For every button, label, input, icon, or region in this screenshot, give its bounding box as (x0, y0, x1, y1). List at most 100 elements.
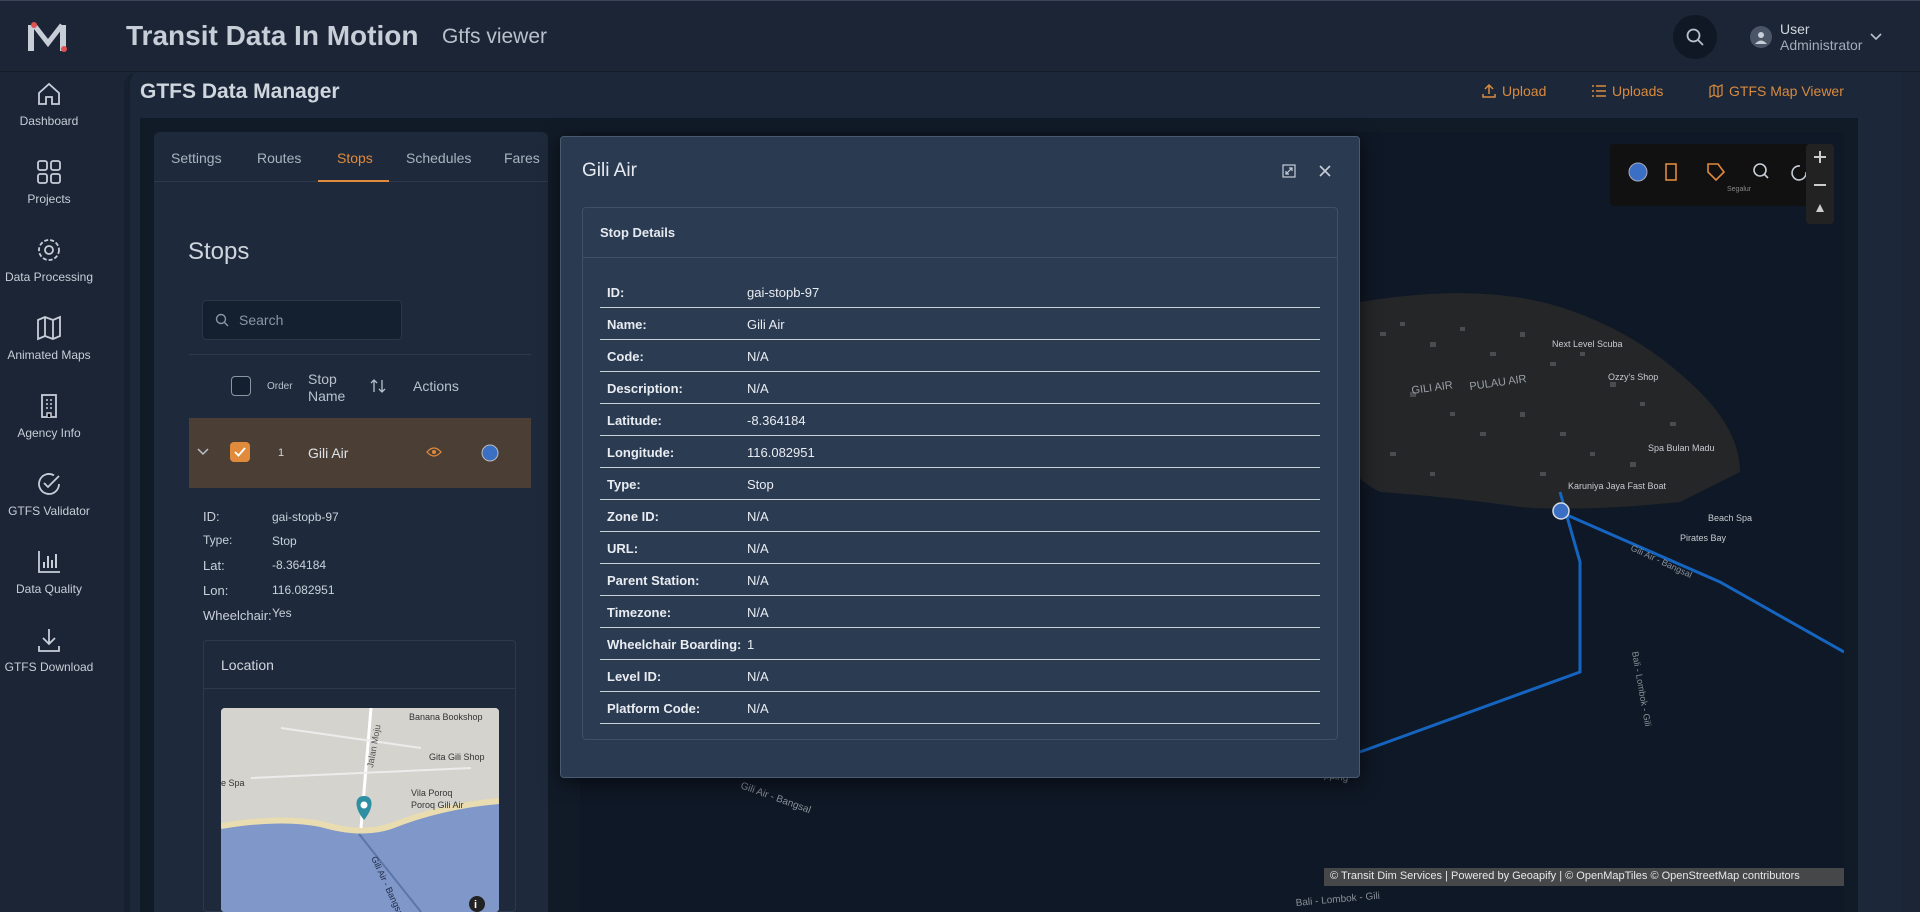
modal-title: Gili Air (582, 160, 637, 181)
detail-row-key: Zone ID: (607, 509, 659, 524)
global-search-button[interactable] (1673, 15, 1717, 59)
detail-row-key: Wheelchair Boarding: (607, 637, 742, 652)
user-name: User (1780, 21, 1810, 37)
column-header-name[interactable]: Name (308, 388, 345, 404)
upload-button[interactable]: Upload (1482, 83, 1546, 99)
list-icon (1592, 85, 1606, 97)
detail-row-key: Description: (607, 381, 683, 396)
bar-chart-icon (38, 551, 60, 573)
search-field[interactable] (202, 300, 402, 340)
map-icon (37, 315, 61, 341)
detail-lat-label: Lat: (203, 558, 225, 573)
map-label: Bali - Lombok - Gili (1630, 651, 1653, 728)
row-order: 1 (278, 447, 285, 459)
tab-settings[interactable]: Settings (171, 150, 222, 166)
detail-type-label: Type: (203, 533, 233, 547)
sidebar-item-agency-info[interactable]: Agency Info (0, 392, 98, 440)
detail-row-value: Gili Air (747, 317, 785, 332)
stops-layer-icon[interactable] (1628, 162, 1648, 182)
sidebar-item-animated-maps[interactable]: Animated Maps (0, 314, 98, 362)
select-all-checkbox[interactable] (231, 376, 251, 396)
column-header-actions: Actions (413, 378, 459, 394)
search-input[interactable] (239, 312, 389, 328)
map-icon (1709, 84, 1723, 98)
mini-map-label: Vila Poroq (411, 788, 452, 798)
app-logo[interactable] (26, 19, 70, 55)
stop-marker[interactable] (1552, 502, 1570, 520)
map-toolbar-label: Segalur (1727, 186, 1752, 193)
mini-map-label: Gita Gili Shop (429, 752, 485, 762)
detail-row-key: Timezone: (607, 605, 672, 620)
detail-wheelchair: Yes (272, 606, 292, 620)
sidebar-item-data-quality[interactable]: Data Quality (0, 548, 98, 596)
map-label: Pirates Bay (1680, 533, 1727, 543)
tab-stops[interactable]: Stops (337, 150, 373, 166)
expand-button[interactable] (1280, 162, 1298, 180)
refresh-icon[interactable] (1791, 165, 1807, 181)
detail-row-value: N/A (747, 605, 769, 620)
map-label: Ozzy's Shop (1608, 372, 1658, 382)
map-label: Bali - Lombok - Gili (1295, 891, 1380, 909)
map-label: Spa Bulan Madu (1648, 443, 1715, 453)
zoom-in-icon[interactable] (1814, 151, 1826, 163)
chevron-down-icon[interactable] (197, 448, 209, 456)
detail-row: Description: N/A (600, 372, 1320, 404)
uploads-label: Uploads (1612, 83, 1664, 99)
building-icon[interactable] (1665, 163, 1677, 181)
home-icon (38, 82, 60, 105)
detail-row: ID: gai-stopb-97 (600, 276, 1320, 308)
user-menu[interactable]: User Administrator (1750, 21, 1883, 53)
location-title: Location (221, 657, 274, 673)
detail-row-value: N/A (747, 701, 769, 716)
sort-icon[interactable] (370, 378, 386, 394)
detail-row: Platform Code: N/A (600, 692, 1320, 724)
stops-title: Stops (188, 238, 250, 265)
user-role: Administrator (1780, 37, 1863, 53)
map-label: Beach Spa (1708, 513, 1752, 523)
gtfs-map-viewer-button[interactable]: GTFS Map Viewer (1709, 83, 1844, 99)
detail-row-key: Level ID: (607, 669, 662, 684)
sidebar-item-projects[interactable]: Projects (0, 158, 98, 206)
map-label: Karuniya Jaya Fast Boat (1568, 481, 1667, 491)
stop-color-icon[interactable] (480, 443, 500, 463)
location-mini-map[interactable]: Banana Bookshop Gita Gili Shop Vila Poro… (221, 708, 499, 912)
page-title: GTFS Data Manager (140, 80, 340, 103)
detail-row-value: gai-stopb-97 (747, 285, 820, 300)
close-button[interactable] (1316, 162, 1334, 180)
close-icon (1319, 165, 1331, 177)
top-bar: Transit Data In Motion Gtfs viewer User … (0, 0, 1920, 72)
grid-icon (37, 160, 61, 184)
column-header-stop[interactable]: Stop (308, 371, 337, 387)
detail-row: Timezone: N/A (600, 596, 1320, 628)
sidebar-item-gtfs-download[interactable]: GTFS Download (0, 626, 98, 674)
app-subtitle: Gtfs viewer (442, 25, 548, 48)
sidebar-item-dashboard[interactable]: Dashboard (0, 80, 98, 128)
sidebar-item-label: Animated Maps (7, 348, 91, 362)
detail-row: Zone ID: N/A (600, 500, 1320, 532)
location-divider (204, 688, 515, 689)
map-toolbar: Segalur (1610, 144, 1822, 206)
detail-row-value: -8.364184 (747, 413, 806, 428)
active-tab-indicator (318, 180, 389, 182)
user-avatar-icon (1750, 26, 1772, 48)
map-label: Gili Air - Bangsal (1629, 543, 1694, 580)
detail-row: Parent Station: N/A (600, 564, 1320, 596)
sidebar-item-data-processing[interactable]: Data Processing (0, 236, 98, 284)
card-divider (583, 257, 1337, 258)
tab-routes[interactable]: Routes (257, 150, 301, 166)
map-attribution[interactable]: © Transit Dim Services | Powered by Geoa… (1324, 868, 1844, 886)
compass-icon[interactable] (1816, 204, 1824, 212)
detail-row-value: N/A (747, 669, 769, 684)
column-header-order[interactable]: Order (267, 381, 293, 392)
tab-fares[interactable]: Fares (504, 150, 540, 166)
card-title: Stop Details (600, 225, 676, 240)
tag-icon[interactable] (1707, 163, 1726, 182)
detail-row-value: N/A (747, 381, 769, 396)
eye-icon[interactable] (426, 446, 442, 458)
detail-row: Name: Gili Air (600, 308, 1320, 340)
sidebar-item-gtfs-validator[interactable]: GTFS Validator (0, 470, 98, 518)
row-checkbox[interactable] (230, 442, 250, 462)
download-icon (38, 629, 60, 652)
uploads-button[interactable]: Uploads (1592, 83, 1663, 99)
tab-schedules[interactable]: Schedules (406, 150, 471, 166)
